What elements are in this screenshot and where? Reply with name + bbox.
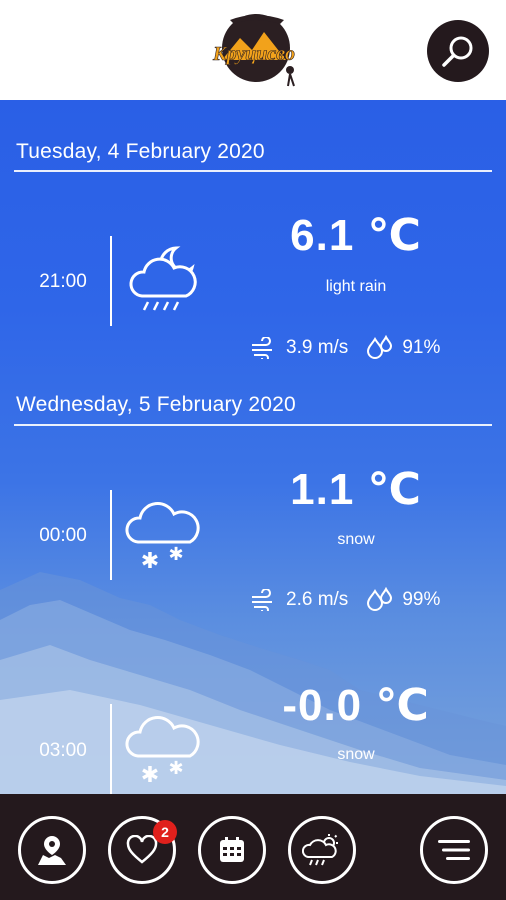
day-title: Tuesday, 4 February 2020: [16, 140, 265, 163]
divider-line: [110, 704, 112, 794]
divider-line: [110, 236, 112, 326]
humidity: 91%: [402, 337, 441, 358]
app-logo[interactable]: Круцисво: [200, 8, 310, 88]
wind-icon: [252, 337, 272, 359]
wind-icon: [252, 589, 272, 611]
temperature: 1.1 ℃: [290, 465, 422, 514]
humidity: 99%: [402, 589, 441, 610]
menu-icon: [438, 840, 470, 860]
svg-text:Круцисво: Круцисво: [212, 43, 295, 65]
search-button[interactable]: [427, 20, 489, 82]
weather-details: 2.6 m/s 99%: [250, 587, 470, 613]
search-icon: [442, 36, 473, 67]
condition: snow: [337, 531, 375, 548]
divider-line: [110, 490, 112, 580]
cloud-sun-rain-icon: [302, 834, 338, 866]
app-header: Круцисво: [0, 0, 506, 100]
condition: snow: [337, 746, 375, 763]
menu-button[interactable]: [420, 816, 488, 884]
svg-text:✱: ✱: [141, 549, 159, 574]
svg-text:✱: ✱: [168, 544, 183, 565]
day-divider: [14, 170, 492, 172]
day-title: Wednesday, 5 February 2020: [16, 393, 296, 416]
forecast-time: 03:00: [39, 740, 87, 761]
cloud-snow-icon: ✱ ✱: [125, 502, 200, 574]
wind-speed: 2.6 m/s: [286, 589, 349, 610]
svg-text:✱: ✱: [168, 758, 183, 779]
cloud-moon-rain-icon: [129, 246, 197, 311]
humidity-icon: [367, 335, 393, 359]
calendar-icon: [220, 837, 244, 862]
map-button[interactable]: [18, 816, 86, 884]
cloud-snow-icon: ✱ ✱: [125, 716, 200, 788]
weather-button[interactable]: [288, 816, 356, 884]
forecast-time: 21:00: [39, 271, 87, 292]
wind-speed: 3.9 m/s: [286, 337, 349, 358]
humidity-icon: [367, 587, 393, 611]
day-divider: [14, 424, 492, 426]
map-pin-icon: [38, 836, 66, 865]
forecast-time: 00:00: [39, 525, 87, 546]
weather-details: 3.9 m/s 91%: [250, 335, 470, 361]
heart-icon: [126, 835, 158, 864]
temperature: -0.0 ℃: [282, 681, 430, 730]
condition: light rain: [325, 278, 387, 295]
temperature: 6.1 ℃: [290, 211, 422, 260]
forecast-panel: Tuesday, 4 February 2020 21:00 6.1 ℃ lig…: [0, 100, 506, 794]
svg-text:✱: ✱: [141, 763, 159, 788]
favorites-count-badge: 2: [153, 820, 177, 844]
bottom-nav: [0, 794, 506, 900]
calendar-button[interactable]: [198, 816, 266, 884]
